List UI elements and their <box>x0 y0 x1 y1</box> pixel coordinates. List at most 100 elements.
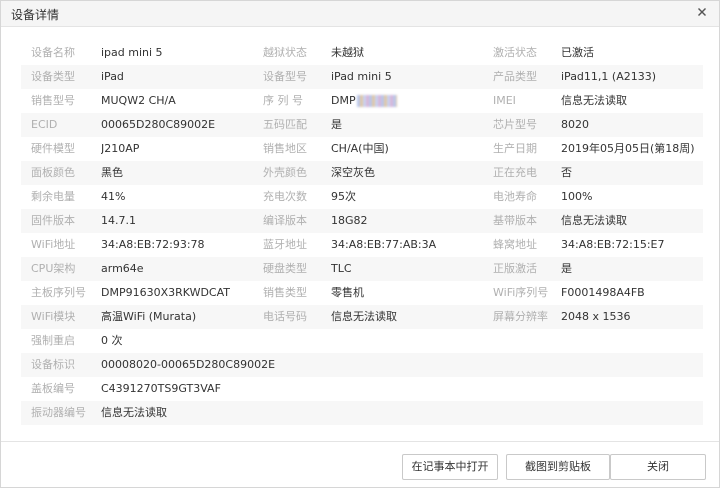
field-label: 充电次数 <box>263 190 307 203</box>
field-value: 零售机 <box>331 286 364 299</box>
device-details-dialog: 设备详情 设备名称 ipad mini 5 越狱状态 未越狱 激活状态 已激活 … <box>0 0 720 488</box>
close-button[interactable]: 关闭 <box>610 454 706 480</box>
table-row: CPU架构 arm64e 硬盘类型 TLC 正版激活 是 <box>21 257 703 281</box>
field-label: 激活状态 <box>493 46 537 59</box>
field-label: 强制重启 <box>31 334 75 347</box>
field-value: 是 <box>561 262 572 275</box>
field-label: 电话号码 <box>263 310 307 323</box>
copy-screenshot-button[interactable]: 截图到剪贴板 <box>506 454 610 480</box>
field-value: 18G82 <box>331 214 368 227</box>
table-row: 设备名称 ipad mini 5 越狱状态 未越狱 激活状态 已激活 <box>21 41 703 65</box>
field-label: 编译版本 <box>263 214 307 227</box>
dialog-footer: 在记事本中打开 截图到剪贴板 关闭 <box>1 441 719 487</box>
field-value: iPad mini 5 <box>331 70 392 83</box>
field-value: 00008020-00065D280C89002E <box>101 358 276 371</box>
field-value: 2019年05月05日(第18周) <box>561 142 695 155</box>
field-label: 硬件模型 <box>31 142 75 155</box>
field-label: 主板序列号 <box>31 286 86 299</box>
field-value: 14.7.1 <box>101 214 136 227</box>
field-value: MUQW2 CH/A <box>101 94 176 107</box>
field-label: 振动器编号 <box>31 406 86 419</box>
field-value: C4391270TS9GT3VAF <box>101 382 221 395</box>
field-label: 基带版本 <box>493 214 537 227</box>
table-row: 振动器编号 信息无法读取 <box>21 401 703 425</box>
details-table: 设备名称 ipad mini 5 越狱状态 未越狱 激活状态 已激活 设备类型 … <box>21 41 703 425</box>
field-value: 未越狱 <box>331 46 364 59</box>
field-label: 序 列 号 <box>263 94 303 107</box>
table-row: 面板颜色 黑色 外壳颜色 深空灰色 正在充电 否 <box>21 161 703 185</box>
field-label: 剩余电量 <box>31 190 75 203</box>
field-label: 电池寿命 <box>493 190 537 203</box>
field-value: 深空灰色 <box>331 166 375 179</box>
field-label: WiFi地址 <box>31 238 76 251</box>
field-value: arm64e <box>101 262 144 275</box>
field-value: 34:A8:EB:77:AB:3A <box>331 238 437 251</box>
field-label: 设备名称 <box>31 46 75 59</box>
field-value: 已激活 <box>561 46 594 59</box>
field-value: ipad mini 5 <box>101 46 163 59</box>
field-value: 95次 <box>331 190 356 203</box>
table-row: WiFi地址 34:A8:EB:72:93:78 蓝牙地址 34:A8:EB:7… <box>21 233 703 257</box>
table-row: 设备标识 00008020-00065D280C89002E <box>21 353 703 377</box>
field-value: TLC <box>331 262 352 275</box>
table-row: ECID 00065D280C89002E 五码匹配 是 芯片型号 8020 <box>21 113 703 137</box>
serial-number-prefix: DMP <box>331 94 356 107</box>
field-label: ECID <box>31 118 58 131</box>
field-label: 蓝牙地址 <box>263 238 307 251</box>
field-value: 2048 x 1536 <box>561 310 631 323</box>
field-value: F0001498A4FB <box>561 286 645 299</box>
field-label: 正在充电 <box>493 166 537 179</box>
field-label: 销售地区 <box>263 142 307 155</box>
field-value: 是 <box>331 118 342 131</box>
table-row: 销售型号 MUQW2 CH/A 序 列 号 DMP IMEI 信息无法读取 <box>21 89 703 113</box>
field-value: 高温WiFi (Murata) <box>101 310 197 323</box>
field-label: 面板颜色 <box>31 166 75 179</box>
field-label: 外壳颜色 <box>263 166 307 179</box>
field-value: 34:A8:EB:72:15:E7 <box>561 238 665 251</box>
field-value: 信息无法读取 <box>331 310 397 323</box>
field-label: 五码匹配 <box>263 118 307 131</box>
field-label: 生产日期 <box>493 142 537 155</box>
field-value: 否 <box>561 166 572 179</box>
field-value: 34:A8:EB:72:93:78 <box>101 238 205 251</box>
field-value: 41% <box>101 190 126 203</box>
serial-number-value: DMP <box>331 89 487 113</box>
field-label: 销售类型 <box>263 286 307 299</box>
table-row: 设备类型 iPad 设备型号 iPad mini 5 产品类型 iPad11,1… <box>21 65 703 89</box>
table-row: 剩余电量 41% 充电次数 95次 电池寿命 100% <box>21 185 703 209</box>
field-label: IMEI <box>493 94 516 107</box>
field-value: 100% <box>561 190 593 203</box>
field-value: iPad11,1 (A2133) <box>561 70 657 83</box>
field-value: 00065D280C89002E <box>101 118 216 131</box>
table-row: 强制重启 0 次 <box>21 329 703 353</box>
field-value: 黑色 <box>101 166 123 179</box>
field-label: 屏幕分辨率 <box>493 310 548 323</box>
field-label: 盖板编号 <box>31 382 75 395</box>
field-label: 芯片型号 <box>493 118 537 131</box>
field-label: 越狱状态 <box>263 46 307 59</box>
field-value: 信息无法读取 <box>561 214 627 227</box>
field-label: 蜂窝地址 <box>493 238 537 251</box>
table-row: WiFi模块 高温WiFi (Murata) 电话号码 信息无法读取 屏幕分辨率… <box>21 305 703 329</box>
field-value: iPad <box>101 70 124 83</box>
field-value: 信息无法读取 <box>101 406 167 419</box>
table-row: 硬件模型 J210AP 销售地区 CH/A(中国) 生产日期 2019年05月0… <box>21 137 703 161</box>
field-label: 设备类型 <box>31 70 75 83</box>
open-in-notepad-button[interactable]: 在记事本中打开 <box>402 454 498 480</box>
close-icon[interactable] <box>695 5 709 19</box>
field-label: WiFi模块 <box>31 310 76 323</box>
redacted-blur <box>356 95 397 107</box>
field-label: CPU架构 <box>31 262 76 275</box>
field-label: 设备标识 <box>31 358 75 371</box>
field-value: 8020 <box>561 118 589 131</box>
field-value: J210AP <box>101 142 140 155</box>
field-value: DMP91630X3RKWDCAT <box>101 286 231 299</box>
table-row: 主板序列号 DMP91630X3RKWDCAT 销售类型 零售机 WiFi序列号… <box>21 281 703 305</box>
field-value: 信息无法读取 <box>561 94 627 107</box>
field-label: 销售型号 <box>31 94 75 107</box>
field-value: CH/A(中国) <box>331 142 389 155</box>
title-bar: 设备详情 <box>1 1 719 27</box>
table-row: 固件版本 14.7.1 编译版本 18G82 基带版本 信息无法读取 <box>21 209 703 233</box>
field-label: 正版激活 <box>493 262 537 275</box>
field-label: 产品类型 <box>493 70 537 83</box>
